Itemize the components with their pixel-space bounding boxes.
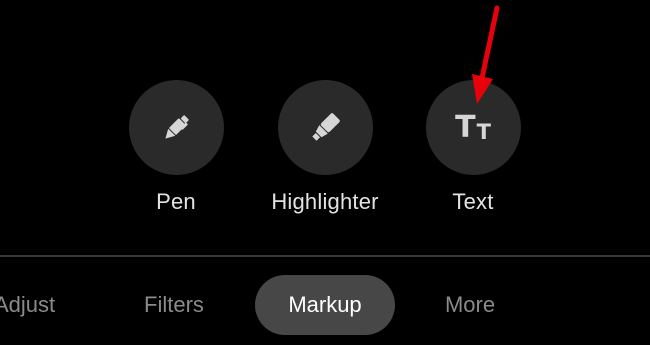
markup-tools-panel: Pen Highlighter T T Text: [0, 0, 650, 255]
pen-tool[interactable]: Pen: [106, 80, 246, 220]
pen-tool-button[interactable]: [128, 80, 224, 175]
highlighter-tool-label: Highlighter: [271, 189, 379, 214]
tab-more[interactable]: More: [420, 275, 520, 335]
text-format-icon-small-t: T: [476, 119, 491, 144]
highlighter-tool-button[interactable]: [277, 80, 373, 175]
pen-icon: [165, 114, 189, 139]
text-format-icon: T T: [455, 109, 491, 145]
highlighter-icon: [312, 112, 340, 141]
annotation-arrow-icon: [472, 5, 500, 104]
pen-tool-label: Pen: [156, 189, 196, 214]
tab-adjust[interactable]: Adjust: [0, 275, 74, 335]
highlighter-tool[interactable]: Highlighter: [255, 80, 395, 220]
text-format-icon-big-t: T: [455, 109, 476, 145]
text-tool-label: Text: [452, 189, 494, 214]
tab-markup[interactable]: Markup: [255, 275, 395, 335]
editor-tab-bar: Adjust Filters Markup More: [0, 257, 650, 345]
tab-filters[interactable]: Filters: [124, 275, 224, 335]
